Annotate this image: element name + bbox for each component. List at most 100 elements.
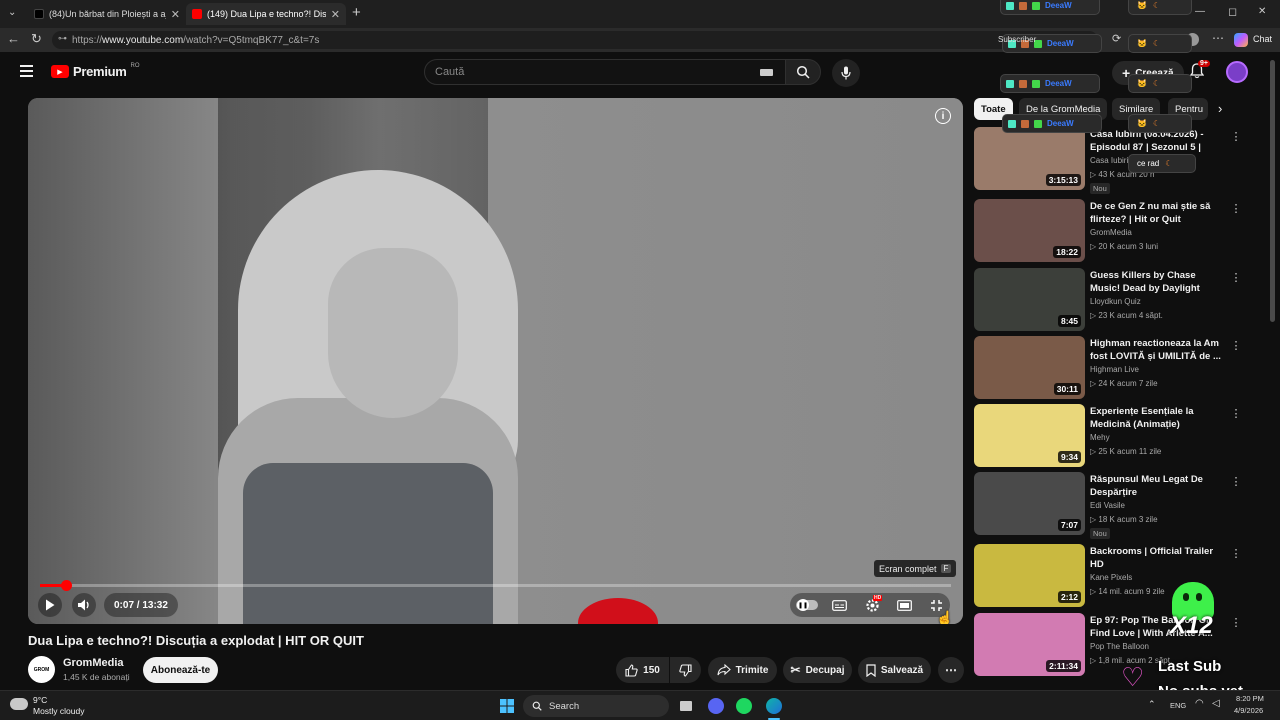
youtube-premium-logo[interactable]: ▶ Premium RO bbox=[51, 63, 140, 79]
recommendation-card[interactable]: 18:22 De ce Gen Z nu mai știe să flirteze… bbox=[974, 199, 1264, 262]
share-button[interactable]: Trimite bbox=[708, 657, 777, 683]
more-vertical-icon[interactable]: ⋮ bbox=[1229, 406, 1243, 420]
browser-tab-youtube[interactable]: (149) Dua Lipa e techno?! Discuția ✕ bbox=[186, 3, 346, 25]
channel-avatar[interactable]: GROM bbox=[28, 656, 55, 683]
recommendation-title[interactable]: Backrooms | Official Trailer HD bbox=[1090, 545, 1228, 571]
save-button[interactable]: Salvează bbox=[858, 657, 931, 683]
video-thumbnail[interactable]: 2:12 bbox=[974, 544, 1085, 607]
reload-icon[interactable]: ↻ bbox=[31, 31, 42, 47]
clip-button[interactable]: ✂ Decupaj bbox=[783, 657, 852, 683]
notifications-button[interactable]: 9+ bbox=[1189, 60, 1210, 84]
recommendation-channel[interactable]: Mehy bbox=[1090, 433, 1110, 442]
more-vertical-icon[interactable]: ⋮ bbox=[1229, 615, 1243, 629]
weather-temp[interactable]: 9°C bbox=[33, 695, 47, 705]
recommendation-channel[interactable]: GromMedia bbox=[1090, 228, 1132, 237]
recommendation-card[interactable]: 30:11 Highman reactioneaza la Am fost LOV… bbox=[974, 336, 1264, 399]
more-vertical-icon[interactable]: ⋮ bbox=[1229, 338, 1243, 352]
video-player[interactable]: i Ecran complet F 0:07 / 13:32 ❚❚ HD ☝ bbox=[28, 98, 963, 624]
weather-cloud-icon[interactable] bbox=[10, 698, 28, 710]
recommendation-channel[interactable]: Highman Live bbox=[1090, 365, 1139, 374]
tab-list-chevron-icon[interactable]: ⌄ bbox=[8, 7, 16, 18]
task-view-icon[interactable] bbox=[676, 696, 696, 716]
edge-icon[interactable] bbox=[764, 696, 784, 716]
speaker-icon[interactable]: ◁ bbox=[1212, 698, 1220, 709]
video-thumbnail[interactable]: 8:45 bbox=[974, 268, 1085, 331]
video-thumbnail[interactable]: 9:34 bbox=[974, 404, 1085, 467]
close-icon[interactable]: ✕ bbox=[331, 8, 340, 21]
theater-mode-button[interactable] bbox=[895, 597, 913, 613]
more-actions-button[interactable]: ⋯ bbox=[938, 657, 964, 683]
play-button[interactable] bbox=[38, 593, 62, 617]
recommendation-title[interactable]: Răspunsul Meu Legat De Despărțire bbox=[1090, 473, 1228, 499]
extensions-icon[interactable]: ⟳ bbox=[1112, 32, 1121, 45]
more-vertical-icon[interactable]: ⋮ bbox=[1229, 270, 1243, 284]
recommendation-card[interactable]: 8:45 Guess Killers by Chase Music! Dead b… bbox=[974, 268, 1264, 331]
channel-avatar-text: GROM bbox=[33, 666, 50, 673]
chat-button[interactable]: Chat bbox=[1253, 34, 1272, 44]
video-thumbnail[interactable]: 18:22 bbox=[974, 199, 1085, 262]
close-icon[interactable]: ✕ bbox=[171, 8, 180, 21]
weather-desc[interactable]: Mostly cloudy bbox=[33, 706, 85, 716]
tray-chevron-icon[interactable]: ⌃ bbox=[1148, 699, 1156, 710]
copilot-icon[interactable] bbox=[1234, 33, 1248, 47]
back-arrow-icon[interactable]: ← bbox=[7, 31, 20, 46]
subscribe-button[interactable]: Abonează-te bbox=[143, 657, 218, 683]
clock-time[interactable]: 8:20 PM bbox=[1236, 694, 1264, 703]
page-scrollbar[interactable] bbox=[1270, 60, 1275, 322]
browser-tab-tiktok[interactable]: (84)Un bărbat din Ploiești a ajuns ✕ bbox=[28, 3, 186, 25]
site-info-icon[interactable]: ⊶ bbox=[58, 33, 67, 44]
windows-start-icon[interactable] bbox=[497, 696, 517, 716]
autoplay-toggle[interactable]: ❚❚ bbox=[796, 599, 818, 611]
close-window-button[interactable]: ✕ bbox=[1258, 6, 1266, 17]
voice-search-button[interactable] bbox=[832, 59, 860, 87]
spotify-icon[interactable] bbox=[734, 696, 754, 716]
discord-icon[interactable] bbox=[706, 696, 726, 716]
more-vertical-icon[interactable]: ⋮ bbox=[1229, 546, 1243, 560]
video-thumbnail[interactable]: 3:15:13 bbox=[974, 127, 1085, 190]
recommendation-channel[interactable]: Edi Vasile bbox=[1090, 501, 1125, 510]
recommendation-card[interactable]: 7:07 Răspunsul Meu Legat De Despărțire Edi… bbox=[974, 472, 1264, 539]
maximize-button[interactable]: ◻ bbox=[1228, 5, 1237, 18]
recommendation-title[interactable]: De ce Gen Z nu mai știe să flirteze? | H… bbox=[1090, 200, 1228, 226]
video-thumbnail[interactable]: 2:11:34 bbox=[974, 613, 1085, 676]
like-button[interactable]: 150 bbox=[616, 657, 669, 683]
address-bar[interactable]: ⊶ https://www.youtube.com/watch?v=Q5tmqB… bbox=[52, 31, 1098, 49]
volume-button[interactable] bbox=[72, 593, 96, 617]
video-thumbnail[interactable]: 7:07 bbox=[974, 472, 1085, 535]
recommendation-title[interactable]: Guess Killers by Chase Music! Dead by Da… bbox=[1090, 269, 1228, 295]
taskbar-search[interactable]: Search bbox=[523, 695, 669, 717]
recommendation-channel[interactable]: Casa Iubirii bbox=[1090, 156, 1130, 165]
browser-menu-icon[interactable]: ⋯ bbox=[1212, 31, 1224, 45]
channel-name[interactable]: GromMedia bbox=[63, 657, 124, 669]
recommendation-channel[interactable]: Pop The Balloon bbox=[1090, 642, 1149, 651]
recommendation-title[interactable]: Highman reactioneaza la Am fost LOVITĂ ș… bbox=[1090, 337, 1228, 363]
more-vertical-icon[interactable]: ⋮ bbox=[1229, 474, 1243, 488]
info-icon[interactable]: i bbox=[935, 108, 951, 124]
recommendation-card[interactable]: 3:15:13 Casa Iubirii (08.04.2026) - Episo… bbox=[974, 127, 1264, 194]
video-title: Dua Lipa e techno?! Discuția a explodat … bbox=[28, 633, 364, 648]
recommendation-card[interactable]: 9:34 Experiențe Esențiale la Medicină (An… bbox=[974, 404, 1264, 467]
dislike-button[interactable] bbox=[670, 657, 701, 683]
subtitles-button[interactable] bbox=[830, 597, 848, 613]
progress-scrubber-handle[interactable] bbox=[61, 580, 72, 591]
keyboard-icon[interactable] bbox=[760, 69, 773, 76]
recommendation-channel[interactable]: Kane Pixels bbox=[1090, 573, 1132, 582]
new-tab-button[interactable]: + bbox=[352, 4, 361, 21]
search-input[interactable]: Caută bbox=[424, 59, 786, 85]
settings-button[interactable]: HD bbox=[863, 595, 883, 614]
recommendation-title[interactable]: Experiențe Esențiale la Medicină (Animaț… bbox=[1090, 405, 1228, 431]
recommendation-card[interactable]: 2:12 Backrooms | Official Trailer HD Kane … bbox=[974, 544, 1264, 607]
keyboard-language[interactable]: ENG bbox=[1170, 701, 1186, 710]
hamburger-menu-icon[interactable] bbox=[20, 65, 33, 77]
chips-next-chevron-icon[interactable]: › bbox=[1218, 101, 1222, 116]
wifi-icon[interactable]: ◠ bbox=[1195, 698, 1204, 709]
more-vertical-icon[interactable]: ⋮ bbox=[1229, 201, 1243, 215]
minimize-button[interactable]: — bbox=[1195, 6, 1205, 17]
progress-bar[interactable] bbox=[40, 580, 951, 591]
search-button[interactable] bbox=[785, 59, 821, 85]
account-avatar[interactable] bbox=[1226, 61, 1248, 83]
more-vertical-icon[interactable]: ⋮ bbox=[1229, 129, 1243, 143]
clock-date[interactable]: 4/9/2026 bbox=[1234, 706, 1263, 715]
recommendation-channel[interactable]: Lloydkun Quiz bbox=[1090, 297, 1141, 306]
video-thumbnail[interactable]: 30:11 bbox=[974, 336, 1085, 399]
